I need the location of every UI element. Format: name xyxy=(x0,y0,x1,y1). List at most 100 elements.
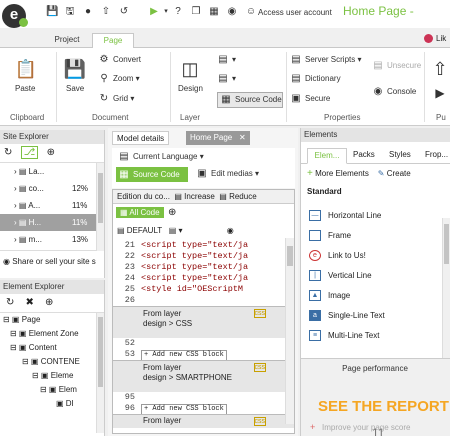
publish-icon[interactable]: ⇧ xyxy=(100,6,112,18)
code-line[interactable]: 53 + Add new CSS block xyxy=(113,349,294,361)
unsecure-button[interactable]: ▤ Unsecure xyxy=(372,60,421,72)
scroll-thumb[interactable] xyxy=(444,224,449,264)
code-line[interactable]: 95 xyxy=(113,392,294,403)
abc-icon[interactable]: ▤ xyxy=(169,226,177,235)
undo-icon[interactable]: ↺ xyxy=(118,6,130,18)
paste-icon[interactable]: 📋 xyxy=(14,58,38,80)
element-item-frame[interactable]: Frame xyxy=(301,226,450,246)
preview-dropdown-icon[interactable]: ▾ xyxy=(160,6,172,18)
scroll-thumb[interactable] xyxy=(98,173,103,223)
close-tab-icon[interactable]: ✕ xyxy=(235,131,250,145)
more-elements-button[interactable]: + More Elements xyxy=(307,168,369,179)
console-button[interactable]: ◉ Console xyxy=(372,86,417,98)
code-line[interactable]: 25 <style id="OEScriptM xyxy=(113,284,294,295)
css-block-header[interactable]: From layer css xyxy=(113,414,294,428)
tab-styles[interactable]: Styles xyxy=(389,150,411,159)
element-tree-node[interactable]: ▣ DI xyxy=(0,397,104,411)
code-line[interactable]: 22 <script type="text/ja xyxy=(113,251,294,262)
site-tree-row[interactable]: › ▤ A... 11% xyxy=(0,197,104,214)
add-code-icon[interactable]: ⊕ xyxy=(168,207,176,218)
code-line[interactable]: 52 xyxy=(113,338,294,349)
add-icon[interactable]: ⊕ xyxy=(45,297,53,308)
tab-properties[interactable]: Frop... xyxy=(425,150,448,159)
all-code-tab[interactable]: ▦ All Code xyxy=(116,207,164,218)
tab-page[interactable]: Page xyxy=(92,33,134,49)
code-line[interactable]: 26 xyxy=(113,295,294,306)
save-all-icon[interactable]: 🖫 xyxy=(64,6,76,18)
element-item-horizontal-line[interactable]: — Horizontal Line xyxy=(301,206,450,226)
increase-button[interactable]: ▤ Increase xyxy=(174,192,214,201)
site-tree-row-selected[interactable]: › ▤ H... 11% xyxy=(0,214,104,231)
delete-icon[interactable]: ✖ xyxy=(26,297,34,308)
refresh-icon[interactable]: ↻ xyxy=(4,147,12,158)
refresh-icon[interactable]: ↻ xyxy=(6,297,14,308)
paste-button[interactable]: Paste xyxy=(15,84,35,93)
site-tree-row[interactable]: › ▤ La... xyxy=(0,163,104,180)
create-button[interactable]: ✎ Create xyxy=(378,169,411,178)
css-block-header[interactable]: From layer design > SMARTPHONE css xyxy=(113,360,294,392)
element-item-image[interactable]: ▲ Image xyxy=(301,286,450,306)
site-tree-row[interactable]: › ▤ co... 12% xyxy=(0,180,104,197)
like-label[interactable]: Lik xyxy=(436,34,446,43)
user-icon[interactable]: ☺ xyxy=(245,6,257,18)
tab-packs[interactable]: Packs xyxy=(353,150,375,159)
code-line[interactable]: 96 + Add new CSS block xyxy=(113,403,294,415)
preview-play-icon[interactable]: ▶ xyxy=(148,6,160,18)
current-language-button[interactable]: ▤ Current Language ▾ xyxy=(118,151,203,163)
element-item-multi-line-text[interactable]: ≡ Multi-Line Text xyxy=(301,326,450,346)
account-label[interactable]: Access user account xyxy=(258,8,332,17)
design-icon[interactable]: ◫ xyxy=(178,58,202,80)
element-item-vertical-line[interactable]: | Vertical Line xyxy=(301,266,450,286)
grid-button[interactable]: ↻ Grid ▾ xyxy=(98,93,135,105)
code-line[interactable]: 21 <script type="text/ja xyxy=(113,240,294,251)
play-icon[interactable]: ▶ xyxy=(428,82,450,104)
element-tree-node[interactable]: ⊟ ▣ CONTENE xyxy=(0,355,104,369)
default-scope-dropdown[interactable]: ▤ DEFAULT xyxy=(117,226,162,235)
save-icon[interactable]: 💾 xyxy=(46,6,58,18)
wordpress-icon[interactable]: ● xyxy=(82,6,94,18)
element-tree-node[interactable]: ⊟ ▣ Elem xyxy=(0,383,104,397)
save-big-icon[interactable]: 💾 xyxy=(63,58,87,80)
add-icon[interactable]: ⊕ xyxy=(47,147,55,158)
calendar-icon[interactable]: ▦ xyxy=(208,6,220,18)
css-block-header[interactable]: From layer design > CSS css xyxy=(113,306,294,338)
element-item-link-to-us[interactable]: e Link to Us! xyxy=(301,246,450,266)
element-tree-node[interactable]: ⊟ ▣ Page xyxy=(0,313,104,327)
scroll-thumb[interactable] xyxy=(287,246,293,266)
reduce-button[interactable]: ▤ Reduce xyxy=(219,192,256,201)
source-code-button[interactable]: ▦ Source Code xyxy=(217,92,283,108)
globe-icon[interactable]: ◉ xyxy=(226,6,238,18)
edit-medias-button[interactable]: ▣ Edit medias ▾ xyxy=(196,168,259,180)
share-site-link[interactable]: ◉ Share or sell your site s xyxy=(0,250,104,272)
code-line[interactable]: 23 <script type="text/ja xyxy=(113,262,294,273)
convert-button[interactable]: ⚙ Convert xyxy=(98,54,142,66)
element-tree-node[interactable]: ⊟ ▣ Element Zone xyxy=(0,327,104,341)
zoom-button[interactable]: ⚲ Zoom ▾ xyxy=(98,73,139,85)
dictionary-button[interactable]: ▤ Dictionary xyxy=(290,73,340,85)
facebook-like-icon[interactable] xyxy=(424,34,433,43)
code-line[interactable]: 24 <script type="text/ja xyxy=(113,273,294,284)
palette-icon[interactable]: ◉ xyxy=(227,226,234,235)
element-tree-node[interactable]: ⊟ ▣ Eleme xyxy=(0,369,104,383)
elements-scrollbar[interactable] xyxy=(442,218,450,358)
tab-model-details[interactable]: Model details xyxy=(112,131,170,145)
layer-dropdown-1[interactable]: ▤ ▾ xyxy=(217,54,236,66)
source-code-toggle[interactable]: ▦ Source Code xyxy=(116,167,188,182)
see-report-button[interactable]: SEE THE REPORT xyxy=(318,398,449,415)
publish-big-icon[interactable]: ⇧ xyxy=(428,58,450,80)
scroll-thumb[interactable] xyxy=(98,317,103,387)
code-lines[interactable]: 21 <script type="text/ja 22 <script type="… xyxy=(113,238,294,428)
site-tree-row[interactable]: › ▤ m... 13% xyxy=(0,231,104,248)
design-button[interactable]: Design xyxy=(178,84,203,93)
site-tree-scrollbar[interactable] xyxy=(96,163,104,251)
code-scrollbar[interactable] xyxy=(285,238,294,424)
layer-dropdown-2[interactable]: ▤ ▾ xyxy=(217,73,236,85)
element-item-single-line-text[interactable]: a Single-Line Text xyxy=(301,306,450,326)
element-tree-node[interactable]: ⊟ ▣ Content xyxy=(0,341,104,355)
help-icon[interactable]: ? xyxy=(172,6,184,18)
server-scripts-button[interactable]: ▤ Server Scripts ▾ xyxy=(290,54,361,66)
tab-project[interactable]: Project xyxy=(42,33,92,48)
app-logo[interactable]: e xyxy=(2,4,28,28)
copy-icon[interactable]: ❐ xyxy=(190,6,202,18)
element-tree-scrollbar[interactable] xyxy=(96,313,104,433)
